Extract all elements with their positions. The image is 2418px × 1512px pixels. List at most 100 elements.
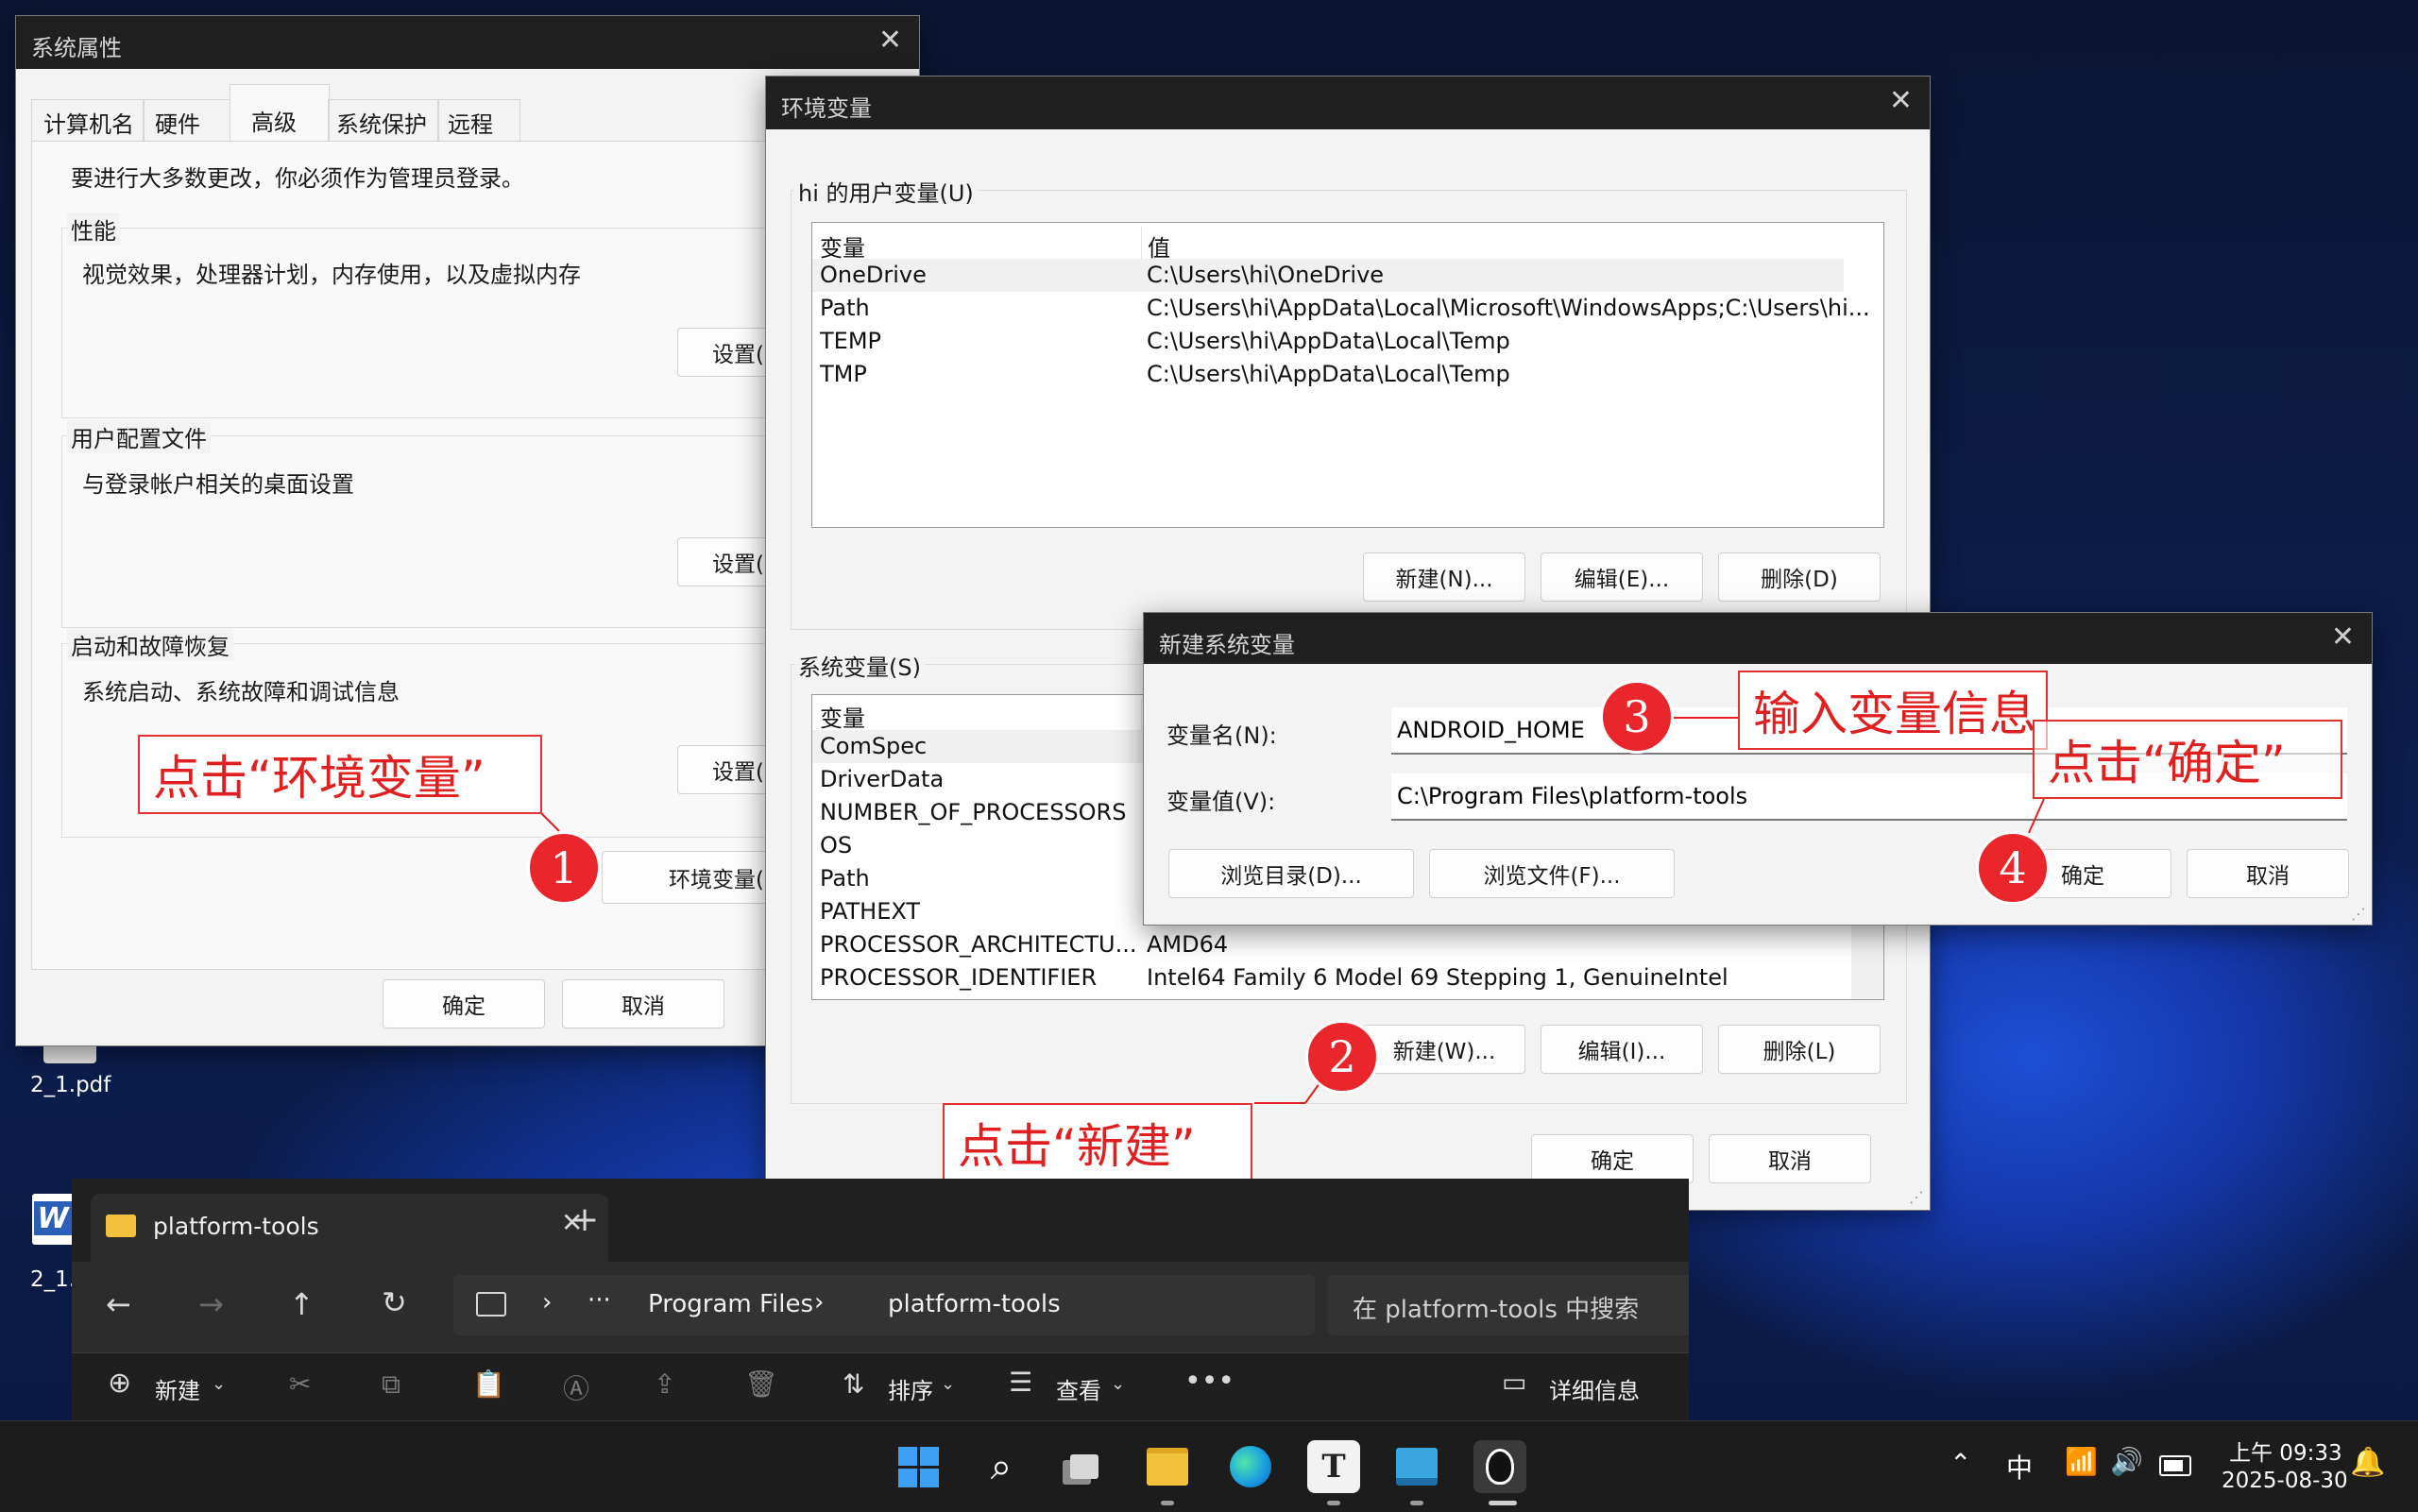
list-item[interactable]: TMP C:\Users\hi\AppData\Local\Temp [812, 358, 1883, 391]
startup-recovery-label: 启动和故障恢复 [67, 628, 233, 661]
file-explorer-icon[interactable] [1141, 1440, 1194, 1493]
list-item[interactable]: PROCESSOR_IDENTIFIER Intel64 Family 6 Mod… [812, 961, 1883, 994]
step4-callout: 点击“确定” [2033, 720, 2342, 799]
word-doc-icon[interactable]: W [32, 1194, 76, 1245]
step1-callout: 点击“环境变量” [138, 735, 542, 814]
step3-callout: 输入变量信息 [1738, 671, 2048, 750]
resize-grip-icon[interactable]: ⋰ [1909, 1188, 1924, 1206]
cancel-button[interactable]: 取消 [562, 979, 724, 1028]
system-new-button[interactable]: 新建(W)... [1363, 1025, 1525, 1074]
start-icon[interactable] [892, 1440, 945, 1493]
ok-button[interactable]: 确定 [383, 979, 545, 1028]
more-icon[interactable]: ··· [587, 1286, 611, 1315]
list-item[interactable]: Path C:\Users\hi\AppData\Local\Microsoft\… [812, 292, 1883, 325]
battery-icon[interactable] [2159, 1455, 2191, 1476]
new-tab-icon[interactable]: + [570, 1203, 599, 1237]
rename-icon[interactable]: Ⓐ [563, 1368, 589, 1406]
tab-hardware[interactable]: 硬件 [143, 99, 231, 142]
qq-icon[interactable] [1473, 1440, 1526, 1493]
chevron-down-icon[interactable]: ⌄ [212, 1374, 226, 1394]
show-hidden-icons-icon[interactable]: ⌃ [1950, 1448, 1971, 1479]
refresh-icon[interactable]: ↻ [382, 1284, 407, 1320]
tab-advanced[interactable]: 高级 [230, 84, 330, 144]
chevron-down-icon[interactable]: ⌄ [1111, 1374, 1125, 1394]
search-box[interactable]: 在 platform-tools 中搜索 [1328, 1275, 1689, 1335]
tab-system-protection[interactable]: 系统保护 [328, 99, 439, 142]
sort-button-label[interactable]: 排序 [888, 1372, 933, 1405]
browse-file-button[interactable]: 浏览文件(F)... [1429, 849, 1675, 898]
user-variables-list[interactable]: 变量 值 OneDrive C:\Users\hi\OneDrive Path C:… [811, 222, 1884, 528]
step4-marker: 4 [1976, 831, 2050, 905]
list-header: 变量 值 [812, 227, 1883, 263]
view-button-label[interactable]: 查看 [1056, 1372, 1101, 1405]
window-title: 系统属性 [31, 35, 122, 61]
ok-button[interactable]: 确定 [1531, 1134, 1694, 1183]
new-icon[interactable]: ⊕ [108, 1367, 131, 1400]
system-edit-button[interactable]: 编辑(I)... [1541, 1025, 1703, 1074]
chevron-right-icon[interactable]: › [542, 1288, 552, 1317]
breadcrumb-program-files[interactable]: Program Files [648, 1290, 813, 1318]
user-edit-button[interactable]: 编辑(E)... [1541, 552, 1703, 602]
column-header-variable[interactable]: 变量 [820, 229, 865, 263]
user-new-button[interactable]: 新建(N)... [1363, 552, 1525, 602]
remote-desktop-icon[interactable] [1390, 1440, 1443, 1493]
variable-name-label: 变量名(N): [1166, 722, 1277, 749]
step2-callout: 点击“新建” [943, 1103, 1252, 1182]
notification-bell-icon[interactable]: 🔔 [2350, 1446, 2385, 1479]
system-delete-button[interactable]: 删除(L) [1718, 1025, 1881, 1074]
column-header-value[interactable]: 值 [1141, 227, 1170, 262]
typora-icon[interactable]: T [1307, 1440, 1360, 1493]
sort-icon[interactable]: ⇅ [843, 1368, 864, 1400]
chevron-right-icon[interactable]: › [814, 1288, 824, 1317]
share-icon[interactable]: ⇪ [654, 1368, 675, 1400]
up-icon[interactable]: ↑ [289, 1286, 315, 1322]
window-title: 新建系统变量 [1159, 632, 1295, 658]
view-icon[interactable]: ☰ [1009, 1367, 1032, 1398]
back-icon[interactable]: ← [106, 1286, 131, 1322]
input-method-indicator[interactable]: 中 [2006, 1448, 2033, 1486]
details-button-label[interactable]: 详细信息 [1549, 1372, 1640, 1405]
system-variables-label: 系统变量(S) [794, 649, 925, 682]
user-delete-button[interactable]: 删除(D) [1718, 552, 1881, 602]
delete-icon[interactable]: 🗑 [744, 1368, 778, 1400]
resize-grip-icon[interactable]: ⋰ [2351, 905, 2366, 923]
column-header-variable[interactable]: 变量 [820, 700, 865, 733]
list-item[interactable]: PROCESSOR_ARCHITECTU... AMD64 [812, 928, 1883, 961]
tab-label: 硬件 [155, 111, 200, 138]
volume-icon[interactable]: 🔊 [2110, 1446, 2143, 1477]
search-icon[interactable]: ⌕ [975, 1440, 1028, 1493]
tab-remote[interactable]: 远程 [437, 99, 520, 142]
task-view-icon[interactable] [1058, 1440, 1111, 1493]
startup-recovery-desc: 系统启动、系统故障和调试信息 [82, 679, 400, 705]
chevron-down-icon[interactable]: ⌄ [941, 1374, 955, 1394]
address-bar[interactable]: › ··· Program Files › platform-tools [453, 1275, 1315, 1335]
clock-time[interactable]: 上午 09:33 [2229, 1435, 2342, 1467]
search-placeholder: 在 platform-tools 中搜索 [1353, 1296, 1640, 1324]
details-pane-icon[interactable]: ▭ [1502, 1367, 1526, 1398]
edge-icon[interactable] [1224, 1440, 1277, 1493]
forward-icon[interactable]: → [198, 1286, 224, 1322]
taskbar: ⌕ T ⌃ 中 📶 🔊 上午 09:33 2025-08-30 🔔 [0, 1420, 2418, 1512]
close-icon[interactable]: ✕ [878, 24, 902, 57]
tab-computer-name[interactable]: 计算机名 [31, 99, 145, 142]
clock-date[interactable]: 2025-08-30 [2222, 1469, 2348, 1493]
paste-icon[interactable]: 📋 [472, 1368, 505, 1400]
close-icon[interactable]: ✕ [1889, 84, 1913, 117]
cut-icon[interactable]: ✂ [289, 1368, 311, 1400]
new-button-label[interactable]: 新建 [155, 1372, 200, 1405]
more-options-icon[interactable]: ••• [1184, 1365, 1235, 1398]
close-icon[interactable]: ✕ [2331, 620, 2355, 654]
browse-directory-button[interactable]: 浏览目录(D)... [1168, 849, 1414, 898]
cancel-button[interactable]: 取消 [1709, 1134, 1871, 1183]
performance-desc: 视觉效果，处理器计划，内存使用，以及虚拟内存 [82, 262, 581, 288]
wifi-icon[interactable]: 📶 [2065, 1446, 2098, 1477]
copy-icon[interactable]: ⧉ [382, 1368, 400, 1401]
list-item[interactable]: TEMP C:\Users\hi\AppData\Local\Temp [812, 325, 1883, 358]
tab-label: 高级 [251, 110, 297, 136]
tab-title: platform-tools [153, 1213, 319, 1240]
desktop-icon-label: 2_1. [30, 1267, 77, 1292]
list-item[interactable]: OneDrive C:\Users\hi\OneDrive [812, 259, 1844, 292]
breadcrumb-platform-tools[interactable]: platform-tools [888, 1290, 1061, 1318]
tab-platform-tools[interactable]: platform-tools ✕ [91, 1194, 608, 1262]
cancel-button[interactable]: 取消 [2187, 849, 2349, 898]
